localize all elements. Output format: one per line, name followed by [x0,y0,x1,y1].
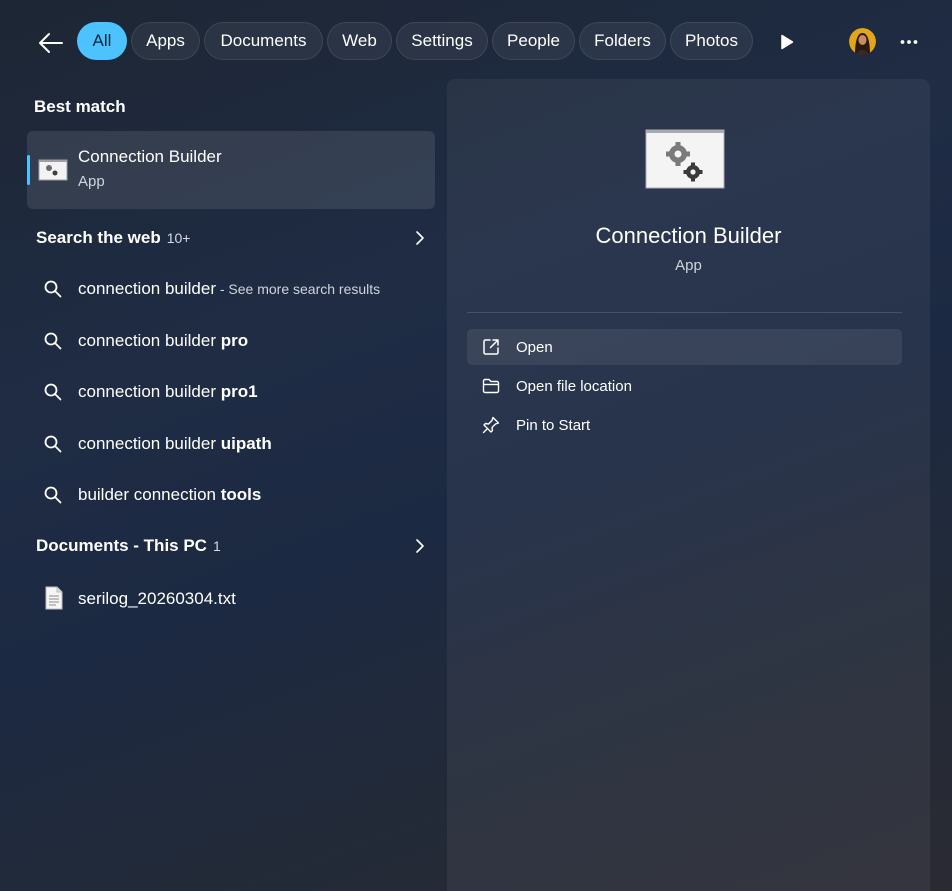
back-button[interactable] [34,26,68,60]
section-title: Documents - This PC 1 [36,536,221,556]
suggestion-text: connection builder uipath [78,434,272,454]
section-title: Search the web 10+ [36,228,190,248]
profile-photo-icon [849,28,876,55]
open-action[interactable]: Open [467,329,902,365]
pin-to-start-action[interactable]: Pin to Start [467,407,902,443]
search-icon [44,486,62,504]
suggestion-prefix: connection builder [78,331,221,350]
suggestion-bold: tools [220,485,262,504]
best-match-subtitle: App [78,173,105,190]
web-suggestion[interactable]: builder connection tools [27,473,435,517]
filter-settings[interactable]: Settings [396,22,488,60]
app-type: App [675,257,702,274]
documents-section[interactable]: Documents - This PC 1 [27,528,435,564]
search-the-web-section[interactable]: Search the web 10+ [27,220,435,256]
best-match-title: Connection Builder [78,147,222,166]
web-suggestion[interactable]: connection builder - See more search res… [27,267,435,311]
chevron-right-icon [416,231,424,245]
more-options-icon [900,40,918,44]
more-options-button[interactable] [894,28,924,56]
filter-all[interactable]: All [77,22,127,60]
section-title-text: Documents - This PC [36,536,207,555]
suggestion-bold: pro [220,331,249,350]
action-label: Open [516,339,553,356]
suggestion-bold: pro1 [220,382,258,401]
web-suggestion[interactable]: connection builder pro [27,319,435,363]
open-external-icon [483,339,499,355]
suggestion-hint: - See more search results [215,281,381,297]
result-count: 1 [212,538,221,554]
open-file-location-action[interactable]: Open file location [467,368,902,404]
result-count: 10+ [166,230,191,246]
filter-folders[interactable]: Folders [579,22,666,60]
folder-icon [482,378,500,394]
suggestion-text: connection builder pro1 [78,382,258,402]
suggestion-prefix: connection builder [78,279,216,298]
results-list: Best match Connection Builder App Search… [0,84,446,891]
filter-bar: All Apps Documents Web Settings People F… [0,0,952,84]
app-large-icon [645,129,725,189]
best-match-heading: Best match [34,97,126,116]
search-icon [44,435,62,453]
filter-web[interactable]: Web [327,22,392,60]
more-filters-button[interactable] [772,28,802,56]
suggestion-text: connection builder pro [78,331,248,351]
best-match-result[interactable]: Connection Builder App [27,131,435,209]
divider [467,312,902,313]
web-suggestion[interactable]: connection builder uipath [27,422,435,466]
suggestion-bold: uipath [220,434,272,453]
text-file-icon [45,586,63,610]
app-name: Connection Builder [595,223,782,248]
suggestion-prefix: builder connection [78,485,221,504]
pin-icon [482,416,500,434]
chevron-right-icon [416,539,424,553]
selection-indicator [27,155,30,185]
document-result[interactable]: serilog_20260304.txt [27,577,435,621]
filter-documents[interactable]: Documents [204,22,323,60]
suggestion-text: builder connection tools [78,485,261,505]
action-label: Pin to Start [516,417,591,434]
document-name: serilog_20260304.txt [78,589,236,608]
action-label: Open file location [516,378,632,395]
search-icon [44,332,62,350]
section-title-text: Search the web [36,228,161,247]
filter-apps[interactable]: Apps [131,22,200,60]
suggestion-text: connection builder - See more search res… [78,279,380,299]
suggestion-prefix: connection builder [78,382,221,401]
details-pane: Connection Builder App Open Open file lo… [447,79,930,891]
filter-people[interactable]: People [492,22,575,60]
suggestion-prefix: connection builder [78,434,221,453]
search-icon [44,383,62,401]
back-arrow-icon [39,33,63,53]
search-icon [44,280,62,298]
play-icon [781,34,794,50]
filter-photos[interactable]: Photos [670,22,753,60]
web-suggestion[interactable]: connection builder pro1 [27,370,435,414]
app-icon [38,159,68,181]
avatar[interactable] [849,28,876,55]
